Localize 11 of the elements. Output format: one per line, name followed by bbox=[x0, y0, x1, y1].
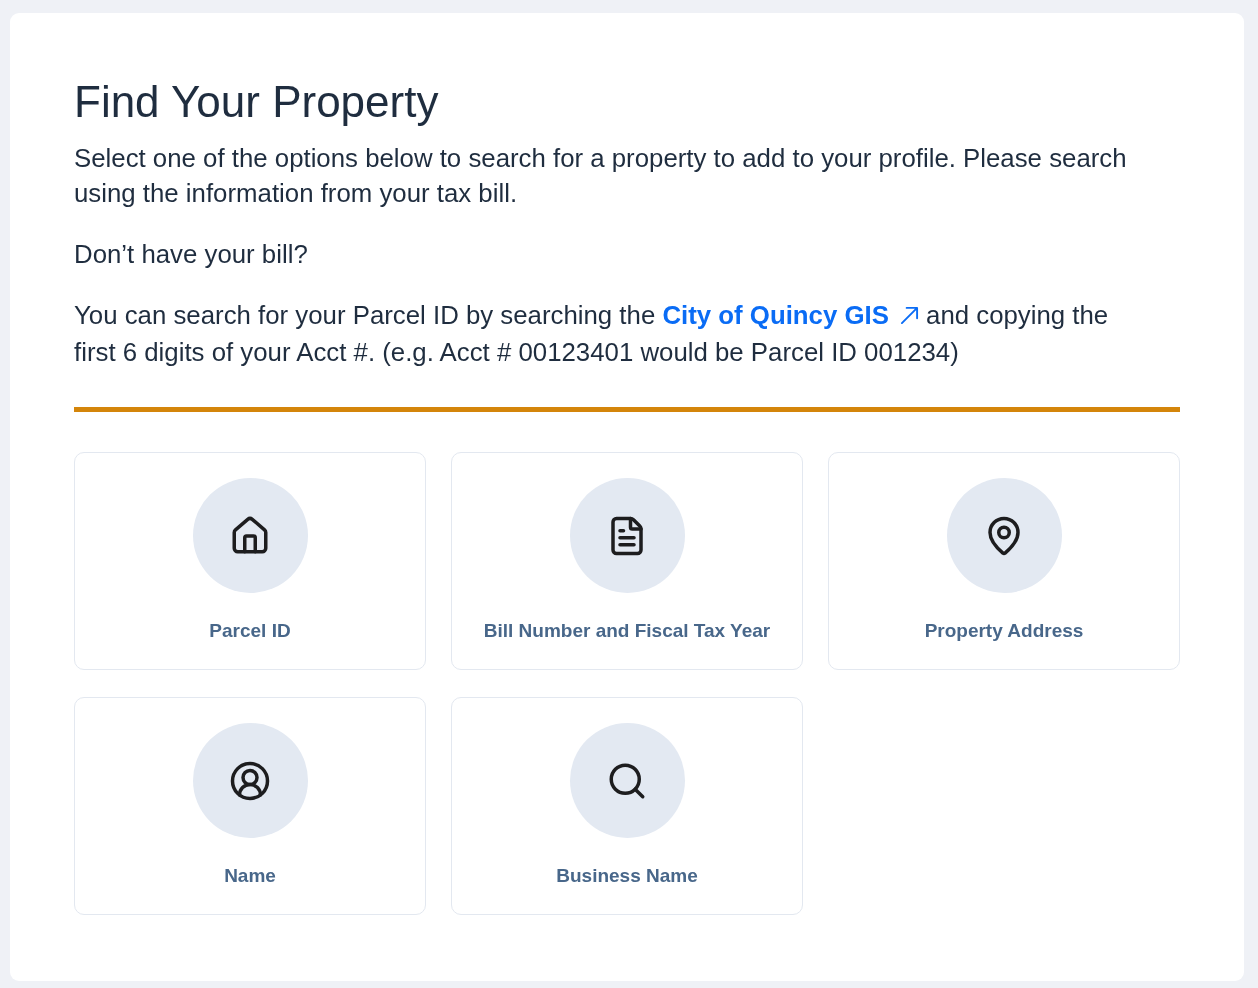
search-option-button[interactable]: Property Address bbox=[828, 452, 1180, 670]
intro-text: Select one of the options below to search for a property to add to your profile. Please search using the information from your tax bill. bbox=[74, 143, 1128, 209]
page-title: Find Your Property bbox=[74, 76, 440, 128]
gis-link[interactable]: City of Quincy GIS bbox=[662, 301, 919, 329]
search-option-button[interactable]: Bill Number and Fiscal Tax Year bbox=[451, 452, 803, 670]
external-arrow-icon bbox=[899, 306, 919, 325]
question-text: Don’t have your bill? bbox=[74, 239, 309, 270]
search-option-button[interactable]: Parcel ID bbox=[74, 452, 426, 670]
gis-note-text: You can search for your Parcel ID by searching the City of Quincy GIS and copying the first 6 digits of your Acct #. (e.g. Acct # 00123401 would be Parcel ID 001234) bbox=[74, 300, 1110, 368]
search-option-button[interactable]: Business Name bbox=[451, 697, 803, 915]
search-option-button[interactable]: Name bbox=[74, 697, 426, 915]
